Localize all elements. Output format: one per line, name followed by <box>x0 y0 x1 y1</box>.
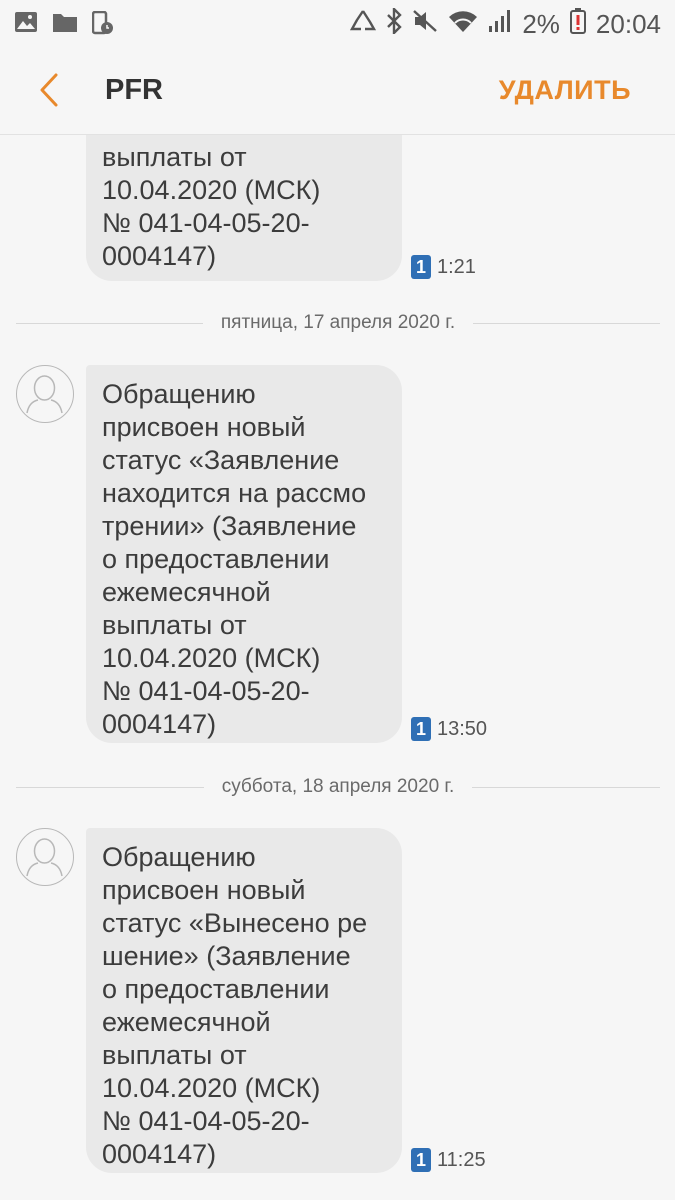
conversation-list[interactable]: выплаты от 10.04.2020 (МСК) № 041-04-05-… <box>0 135 675 1200</box>
message-line: о предоставлении <box>102 544 330 574</box>
mute-icon <box>412 9 438 40</box>
message-line: трении» (Заявление <box>102 511 357 541</box>
folder-icon <box>52 11 78 40</box>
contact-icon <box>26 375 63 414</box>
message-line: № 041-04-05-20- <box>102 676 310 706</box>
battery-low-icon <box>569 8 586 41</box>
message-line: присвоен новый <box>102 875 306 905</box>
battery-percent: 2% <box>522 9 560 39</box>
wifi-icon <box>448 9 478 40</box>
sim-1-icon: 1 <box>411 255 431 279</box>
message-line: выплаты от <box>102 1040 247 1070</box>
message-line: 0004147) <box>102 1139 217 1169</box>
recycle-icon <box>350 9 377 40</box>
message-line: № 041-04-05-20- <box>102 208 310 238</box>
delete-button[interactable]: УДАЛИТЬ <box>499 75 631 106</box>
date-separator-label: пятница, 17 апреля 2020 г. <box>220 312 456 333</box>
message-line: № 041-04-05-20- <box>102 1106 310 1136</box>
avatar[interactable] <box>16 828 74 886</box>
clock: 20:04 <box>595 9 661 39</box>
divider <box>472 786 661 788</box>
device-clock-icon <box>91 10 114 40</box>
contact-icon <box>26 838 63 877</box>
message-bubble[interactable]: Обращению присвоен новый статус «Вынесен… <box>86 828 402 1173</box>
divider <box>16 786 204 788</box>
message-line: выплаты от <box>102 142 247 172</box>
message-line: о предоставлении <box>102 974 330 1004</box>
message-time: 13:50 <box>437 717 488 740</box>
sim-1-icon: 1 <box>411 717 431 741</box>
date-separator: пятница, 17 апреля 2020 г. <box>16 311 661 335</box>
message-line: ежемесячной <box>102 1007 271 1037</box>
status-bar: 2% 20:04 <box>0 0 675 46</box>
message-meta: 1 11:25 <box>411 1148 486 1172</box>
conversation-title: PFR <box>105 74 163 106</box>
signal-icon <box>488 9 512 40</box>
message-line: 0004147) <box>102 709 217 739</box>
message-time: 11:25 <box>437 1148 486 1171</box>
action-bar: PFR УДАЛИТЬ <box>0 46 675 135</box>
message-time: 1:21 <box>437 255 476 278</box>
message-line: 10.04.2020 (МСК) <box>102 643 321 673</box>
message-line: выплаты от <box>102 610 247 640</box>
message-meta: 1 1:21 <box>411 255 476 279</box>
message-line: статус «Заявление <box>102 445 340 475</box>
date-separator: суббота, 18 апреля 2020 г. <box>16 775 661 799</box>
message-line: Обращению <box>102 842 256 872</box>
message-line: 10.04.2020 (МСК) <box>102 1073 321 1103</box>
message-line: 0004147) <box>102 241 217 271</box>
message-meta: 1 13:50 <box>411 717 487 741</box>
message-bubble[interactable]: Обращению присвоен новый статус «Заявлен… <box>86 365 402 743</box>
chevron-left-icon <box>40 73 58 107</box>
message-line: ежемесячной <box>102 577 271 607</box>
back-button[interactable] <box>36 72 66 108</box>
message-line: Обращению <box>102 379 256 409</box>
avatar[interactable] <box>16 365 74 423</box>
message-line: статус «Вынесено ре <box>102 908 368 938</box>
gallery-icon <box>14 11 38 40</box>
message-line: 10.04.2020 (МСК) <box>102 175 321 205</box>
divider <box>16 322 203 324</box>
sim-1-icon: 1 <box>411 1148 431 1172</box>
message-line: шение» (Заявление <box>102 941 351 971</box>
message-bubble[interactable]: выплаты от 10.04.2020 (МСК) № 041-04-05-… <box>86 135 402 281</box>
message-line: находится на рассмо <box>102 478 367 508</box>
bluetooth-icon <box>386 6 403 41</box>
divider <box>473 322 661 324</box>
date-separator-label: суббота, 18 апреля 2020 г. <box>221 776 455 797</box>
message-line: присвоен новый <box>102 412 306 442</box>
